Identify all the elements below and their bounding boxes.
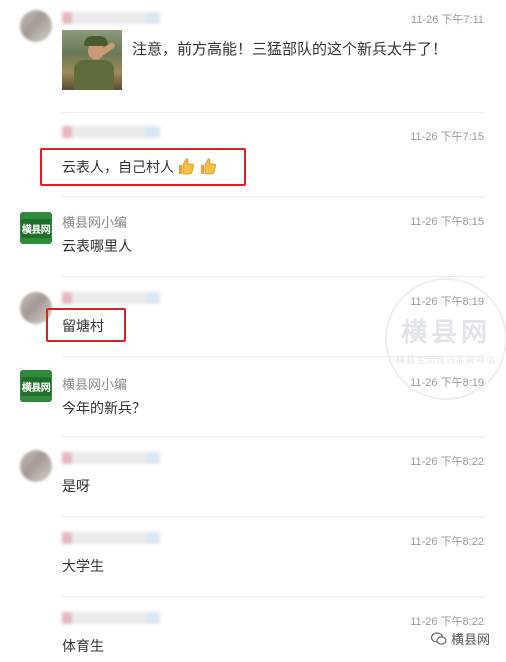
comment-text: 今年的新兵？ [62, 401, 146, 417]
brand-avatar-text: 横县网 [20, 376, 52, 396]
comment-time: 11-26 下午8:22 [410, 456, 484, 468]
comment-author[interactable]: 横县网小编 [62, 212, 127, 231]
corner-logo-text: 横县网 [450, 633, 490, 648]
brand-avatar[interactable]: 横县网 [20, 212, 52, 244]
wechat-icon [430, 631, 447, 645]
comment-item: 11-26 下午8:22 是呀 [0, 450, 506, 500]
blurred-username [62, 126, 160, 138]
divider [62, 516, 484, 517]
blurred-username [62, 452, 160, 464]
blurred-username [62, 12, 160, 24]
comment-time: 11-26 下午7:15 [410, 131, 484, 143]
blurred-username [62, 532, 160, 544]
comment-text: 大学生 [62, 559, 104, 575]
comment-text: 是呀 [62, 479, 90, 495]
comment-time: 11-26 下午7:11 [411, 14, 484, 26]
divider [62, 196, 484, 197]
comment-time: 11-26 下午8:19 [410, 296, 484, 308]
divider [62, 112, 484, 113]
comment-text: 云表哪里人 [62, 239, 132, 255]
comment-item: 11-26 下午7:15 云表人，自己村人 [0, 124, 506, 186]
soldier-photo[interactable] [62, 30, 122, 90]
blurred-username [62, 612, 160, 624]
avatar[interactable] [20, 10, 52, 42]
comment-time: 11-26 下午8:22 [410, 616, 484, 628]
thumbs-up-icon [179, 158, 194, 175]
avatar[interactable] [20, 450, 52, 482]
comment-time: 11-26 下午8:22 [410, 536, 484, 548]
comment-text: 云表人，自己村人 [62, 160, 174, 176]
watermark-subtext: 横县生活资讯品牌网站 [395, 356, 496, 366]
comment-line: 云表人，自己村人 [62, 156, 218, 177]
comment-item: 11-26 下午7:11 注意，前方高能！三猛部队的这个新兵太牛了！ [0, 10, 506, 106]
comment-text: 体育生 [62, 639, 104, 655]
corner-logo: 横县网 [430, 629, 490, 648]
comment-item: 横县网 横县网小编 11-26 下午8:15 云表哪里人 [0, 212, 506, 262]
comment-item: 11-26 下午8:22 大学生 [0, 530, 506, 580]
comment-item: 11-26 下午8:19 留塘村 [0, 290, 506, 350]
thumbs-up-icon [201, 158, 216, 175]
comment-time: 11-26 下午8:15 [410, 216, 484, 228]
comment-author[interactable]: 横县网小编 [62, 374, 127, 393]
blurred-username [62, 292, 160, 304]
divider [62, 356, 484, 357]
comment-item: 横县网 横县网小编 11-26 下午8:19 今年的新兵？ [0, 370, 506, 422]
brand-avatar[interactable]: 横县网 [20, 370, 52, 402]
comment-time: 11-26 下午8:19 [410, 377, 484, 389]
comment-text: 留塘村 [62, 319, 104, 335]
divider [62, 276, 484, 277]
divider [62, 436, 484, 437]
comment-text: 注意，前方高能！三猛部队的这个新兵太牛了！ [132, 40, 448, 58]
brand-avatar-text: 横县网 [20, 218, 52, 238]
divider [62, 596, 484, 597]
